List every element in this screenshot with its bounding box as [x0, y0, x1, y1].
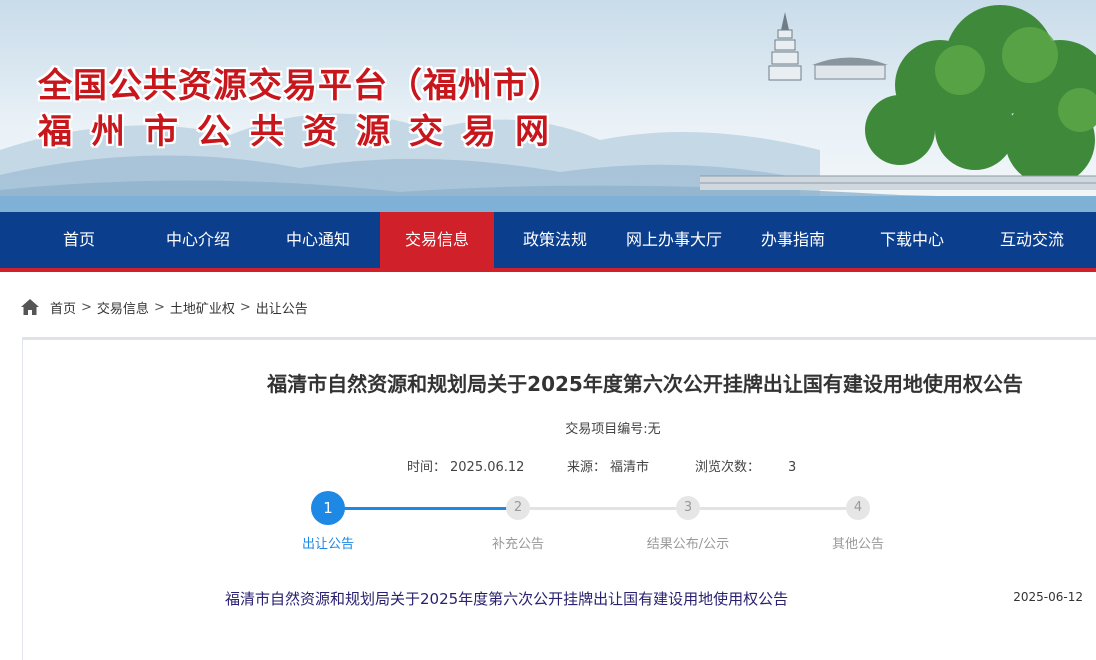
meta-time-label: 时间： [407, 460, 447, 475]
project-number: 交易项目编号:无 [565, 422, 661, 437]
nav-item-downloads[interactable]: 下载中心 [852, 212, 972, 268]
nav-item-about[interactable]: 中心介绍 [138, 212, 258, 268]
article-panel: 福清市自然资源和规划局关于2025年度第六次公开挂牌出让国有建设用地使用权公告 … [22, 337, 1096, 660]
list-item-date: 2025-06-12 [1013, 590, 1083, 604]
breadcrumb-land-mining[interactable]: 土地矿业权 [170, 298, 235, 317]
step-4-label[interactable]: 其他公告 [798, 533, 918, 552]
step-1-circle[interactable]: 1 [311, 491, 345, 525]
article-title: 福清市自然资源和规划局关于2025年度第六次公开挂牌出让国有建设用地使用权公告 [267, 372, 1023, 396]
breadcrumb-home[interactable]: 首页 [50, 298, 76, 317]
nav-item-online-hall[interactable]: 网上办事大厅 [614, 212, 734, 268]
breadcrumb-separator: > [81, 299, 92, 315]
meta-time-value: 2025.06.12 [450, 460, 525, 475]
meta-source-label: 来源： [567, 460, 607, 475]
nav-item-trade-info[interactable]: 交易信息 [380, 212, 494, 268]
meta-views: 浏览次数： 3 [695, 456, 796, 475]
breadcrumb: 首页 > 交易信息 > 土地矿业权 > 出让公告 [20, 296, 308, 318]
site-banner: 全国公共资源交易平台（福州市） 福州市公共资源交易网 [0, 0, 1096, 212]
step-2-label[interactable]: 补充公告 [458, 533, 578, 552]
main-nav: 首页 中心介绍 中心通知 交易信息 政策法规 网上办事大厅 办事指南 下载中心 … [0, 212, 1096, 272]
breadcrumb-separator: > [153, 299, 165, 315]
site-title-line1: 全国公共资源交易平台（福州市） [38, 66, 563, 106]
meta-views-value: 3 [788, 460, 797, 475]
nav-item-home[interactable]: 首页 [20, 212, 138, 268]
step-1-label[interactable]: 出让公告 [268, 533, 388, 552]
step-4-circle[interactable]: 4 [846, 496, 870, 520]
meta-views-label: 浏览次数： [695, 460, 761, 475]
meta-source: 来源： 福清市 [567, 456, 649, 475]
nav-item-guide[interactable]: 办事指南 [734, 212, 852, 268]
home-icon[interactable] [20, 298, 40, 316]
site-title-line2: 福州市公共资源交易网 [38, 112, 568, 152]
breadcrumb-separator: > [239, 299, 251, 315]
nav-item-notices[interactable]: 中心通知 [258, 212, 378, 268]
step-2-circle[interactable]: 2 [506, 496, 530, 520]
meta-source-value: 福清市 [610, 460, 650, 475]
step-3-label[interactable]: 结果公布/公示 [628, 533, 748, 552]
list-item: 福清市自然资源和规划局关于2025年度第六次公开挂牌出让国有建设用地使用权公告 … [23, 588, 1083, 610]
step-progress-line-active [328, 507, 518, 510]
list-item-title[interactable]: 福清市自然资源和规划局关于2025年度第六次公开挂牌出让国有建设用地使用权公告 [225, 588, 788, 609]
breadcrumb-trade-info[interactable]: 交易信息 [97, 298, 149, 317]
meta-time: 时间： 2025.06.12 [407, 456, 524, 475]
breadcrumb-transfer-notice[interactable]: 出让公告 [256, 298, 308, 317]
nav-item-policy[interactable]: 政策法规 [496, 212, 614, 268]
step-3-circle[interactable]: 3 [676, 496, 700, 520]
nav-item-interaction[interactable]: 互动交流 [972, 212, 1092, 268]
